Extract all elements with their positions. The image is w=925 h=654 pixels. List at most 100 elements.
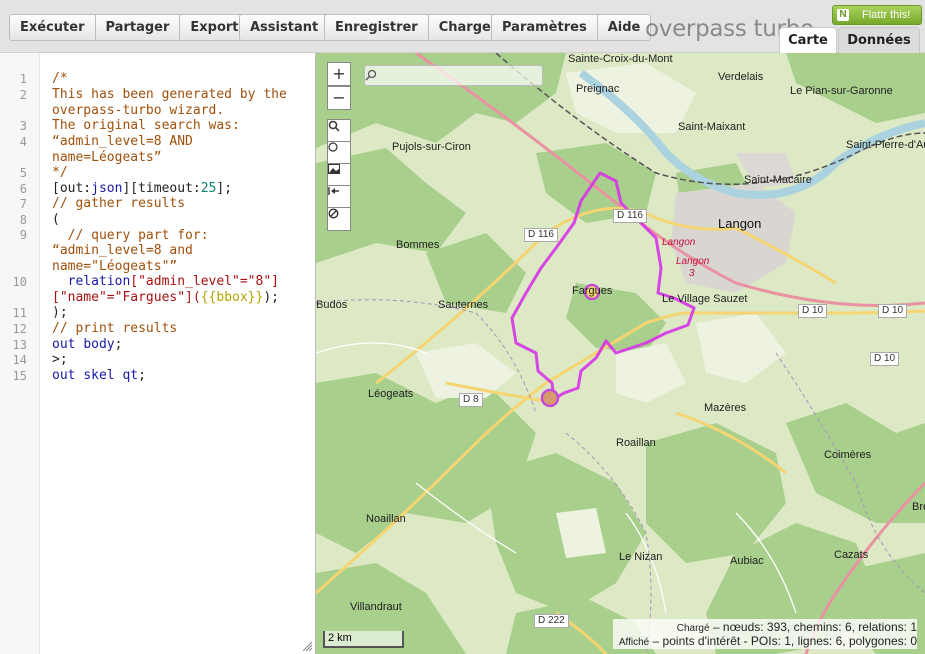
map-label: Langon bbox=[718, 216, 762, 231]
map-label: Bommes bbox=[396, 239, 440, 251]
map-label: Léogeats bbox=[368, 388, 414, 400]
fit-bounds-button[interactable] bbox=[327, 185, 351, 209]
map-label: Aubiac bbox=[730, 555, 764, 567]
line-number: 12 bbox=[12, 322, 27, 336]
map-label: Verdelais bbox=[718, 71, 764, 83]
code-line: relation["admin_level"="8"] bbox=[52, 274, 279, 289]
flattr-button[interactable]: N Flattr this! bbox=[832, 5, 922, 25]
locate-button[interactable] bbox=[327, 141, 351, 165]
code-line: “admin_level=8 and bbox=[52, 243, 193, 258]
map-label: Langon bbox=[676, 256, 710, 267]
road-ref: D 116 bbox=[613, 209, 647, 223]
tab-data[interactable]: Données bbox=[838, 27, 920, 53]
zoom-to-data-button[interactable] bbox=[327, 119, 351, 143]
export-image-button[interactable] bbox=[327, 163, 351, 187]
code-line: // query part for: bbox=[52, 228, 209, 243]
road-ref: D 116 bbox=[524, 228, 558, 242]
line-number: 14 bbox=[12, 353, 27, 367]
code-line: ); bbox=[52, 305, 68, 320]
map-label: Saint-Maixant bbox=[678, 121, 746, 133]
map-label: Saint-Macaire bbox=[744, 174, 812, 186]
map-label: Langon bbox=[662, 237, 696, 248]
map-search[interactable] bbox=[364, 65, 543, 86]
clear-data-button[interactable] bbox=[327, 207, 351, 231]
map-label: Cazats bbox=[834, 549, 869, 561]
code-line: /* bbox=[52, 71, 68, 86]
line-number: 6 bbox=[19, 182, 27, 196]
map-label: Sauternes bbox=[438, 299, 489, 311]
line-number: 13 bbox=[12, 338, 27, 352]
map-label: Bre bbox=[912, 501, 925, 513]
flattr-label: Flattr this! bbox=[862, 9, 911, 21]
code-line: ( bbox=[52, 212, 60, 227]
zoom-out-button[interactable]: − bbox=[327, 86, 351, 110]
loaded-stats: Chargé – nœuds: 393, chemins: 6, relatio… bbox=[676, 620, 917, 634]
data-stats: Chargé – nœuds: 393, chemins: 6, relatio… bbox=[612, 619, 917, 649]
tab-map[interactable]: Carte bbox=[779, 27, 837, 53]
road-ref: D 10 bbox=[798, 304, 828, 318]
toolbar: Exécuter Partager Exporter Assistant Enr… bbox=[0, 0, 925, 53]
save-button[interactable]: Enregistrer bbox=[324, 14, 428, 41]
code-line: [out:json][timeout:25]; bbox=[52, 181, 233, 196]
file-button-group: Enregistrer Charger bbox=[324, 14, 509, 41]
road-ref: D 8 bbox=[459, 393, 483, 407]
map-label: Noaillan bbox=[366, 513, 406, 525]
line-number: 11 bbox=[12, 306, 27, 320]
map-label: Budos bbox=[316, 299, 348, 311]
shown-stats: Affiché – points d'intérêt - POIs: 1, li… bbox=[618, 634, 917, 648]
code-line: “admin_level=8 AND bbox=[52, 134, 193, 149]
circle-icon bbox=[328, 142, 338, 152]
map-label: Preignac bbox=[576, 83, 620, 95]
map-label: Sainte-Croix-du-Mont bbox=[568, 53, 673, 65]
code-line: out body; bbox=[52, 337, 123, 352]
line-number: 2 bbox=[19, 88, 27, 102]
query-editor[interactable]: 1 2 3 4 5 6 7 8 9 10 11 12 13 14 15 /* T… bbox=[0, 53, 316, 654]
settings-button[interactable]: Paramètres bbox=[491, 14, 597, 41]
map-label: Le Pian-sur-Garonne bbox=[790, 85, 893, 97]
line-number: 9 bbox=[19, 228, 27, 242]
code-line: name=Léogeats” bbox=[52, 150, 162, 165]
road-ref: D 222 bbox=[534, 614, 569, 628]
no-entry-icon bbox=[328, 208, 339, 219]
image-icon bbox=[328, 164, 340, 174]
help-button[interactable]: Aide bbox=[596, 14, 652, 41]
map-label: Saint-Pierre-d'Aur bbox=[846, 139, 925, 151]
map-label: Le Nizan bbox=[619, 551, 663, 563]
wizard-button[interactable]: Assistant bbox=[239, 14, 330, 41]
run-button[interactable]: Exécuter bbox=[9, 14, 95, 41]
main-button-group: Exécuter Partager Exporter bbox=[9, 14, 265, 41]
road-ref: D 10 bbox=[878, 304, 908, 318]
scale-bar: 2 km bbox=[323, 631, 404, 648]
code-line: // print results bbox=[52, 321, 178, 336]
map-label: Coimères bbox=[824, 449, 872, 461]
map-label: Le Village Sauzet bbox=[662, 293, 748, 305]
map-label: Mazères bbox=[704, 402, 747, 414]
zoom-in-button[interactable]: + bbox=[327, 62, 351, 86]
line-number: 5 bbox=[19, 166, 27, 180]
map-view[interactable]: Sainte-Croix-du-Mont Verdelais Preignac … bbox=[316, 53, 925, 654]
line-number: 10 bbox=[12, 275, 27, 289]
magnifier-icon bbox=[328, 120, 340, 132]
code-line: This has been generated by the bbox=[52, 87, 287, 102]
search-icon[interactable] bbox=[365, 69, 377, 81]
line-number: 3 bbox=[19, 119, 27, 133]
line-number: 7 bbox=[19, 197, 27, 211]
map-search-input[interactable] bbox=[367, 67, 521, 84]
arrow-left-bar-icon bbox=[328, 187, 339, 195]
road-ref: D 10 bbox=[870, 352, 900, 366]
map-label: Pujols-sur-Ciron bbox=[392, 141, 471, 153]
code-line: // gather results bbox=[52, 196, 186, 211]
map-label: Villandraut bbox=[350, 601, 402, 613]
code-line: >; bbox=[52, 352, 68, 367]
map-label: Roaillan bbox=[616, 437, 656, 449]
code-line: name="Léogeats"” bbox=[52, 259, 178, 274]
resize-handle-icon[interactable] bbox=[303, 642, 312, 651]
flattr-icon: N bbox=[837, 9, 849, 21]
map-label: Fargues bbox=[572, 285, 613, 297]
code-line: */ bbox=[52, 165, 68, 180]
share-button[interactable]: Partager bbox=[94, 14, 180, 41]
code-line: out skel qt; bbox=[52, 368, 146, 383]
line-number: 15 bbox=[12, 369, 27, 383]
settings-button-group: Paramètres Aide bbox=[491, 14, 652, 41]
line-number: 8 bbox=[19, 213, 27, 227]
